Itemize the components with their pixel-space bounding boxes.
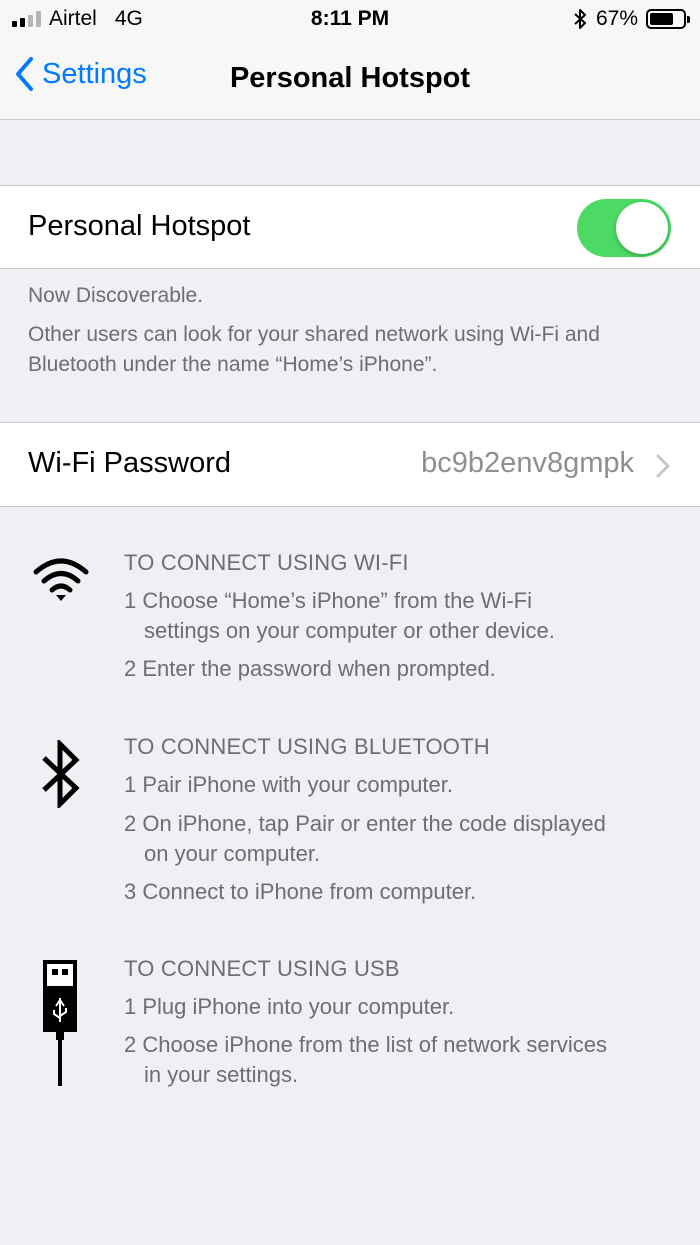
step-text: Plug iPhone into your computer. — [142, 994, 455, 1019]
wifi-step-1: 1 Choose “Home’s iPhone” from the Wi-Fi … — [124, 586, 694, 646]
step-number: 1 — [124, 994, 137, 1019]
step-text-continued: settings on your computer or other devic… — [144, 618, 555, 643]
step-number: 3 — [124, 879, 137, 904]
wifi-step-2: 2 Enter the password when prompted. — [124, 654, 694, 684]
discoverable-description: Other users can look for your shared net… — [28, 323, 600, 376]
usb-icon — [43, 960, 77, 1086]
step-text: Enter the password when prompted. — [142, 656, 496, 681]
status-right: 67% — [574, 7, 690, 31]
bluetooth-icon — [42, 740, 80, 808]
status-bar: Airtel 4G 8:11 PM 67% — [0, 0, 700, 40]
bluetooth-step-2: 2 On iPhone, tap Pair or enter the code … — [124, 809, 694, 869]
step-text: On iPhone, tap Pair or enter the code di… — [142, 811, 606, 836]
bluetooth-icon — [574, 9, 586, 29]
step-number: 1 — [124, 772, 137, 797]
usb-step-1: 1 Plug iPhone into your computer. — [124, 992, 694, 1022]
personal-hotspot-row: Personal Hotspot — [0, 185, 700, 269]
personal-hotspot-label: Personal Hotspot — [28, 210, 251, 242]
step-text: Connect to iPhone from computer. — [142, 879, 477, 904]
bluetooth-step-3: 3 Connect to iPhone from computer. — [124, 877, 694, 907]
wifi-password-row[interactable]: Wi-Fi Password bc9b2env8gmpk — [0, 422, 700, 507]
step-text: Choose iPhone from the list of network s… — [142, 1032, 608, 1057]
toggle-knob — [616, 202, 668, 254]
discoverable-status: Now Discoverable. — [28, 284, 204, 307]
step-number: 2 — [124, 656, 137, 681]
wifi-instructions-heading: TO CONNECT USING WI-FI — [124, 550, 409, 575]
step-number: 1 — [124, 588, 137, 613]
battery-percentage: 67% — [595, 7, 638, 30]
step-text-continued: in your settings. — [144, 1062, 299, 1087]
page-title: Personal Hotspot — [229, 62, 471, 94]
step-number: 2 — [124, 811, 137, 836]
step-number: 2 — [124, 1032, 137, 1057]
wifi-icon — [33, 558, 89, 601]
battery-icon — [646, 9, 690, 29]
usb-instructions-heading: TO CONNECT USING USB — [124, 956, 400, 981]
step-text: Choose “Home’s iPhone” from the Wi-Fi — [142, 588, 532, 613]
personal-hotspot-toggle[interactable] — [577, 199, 671, 257]
wifi-password-label: Wi-Fi Password — [28, 447, 232, 479]
chevron-right-icon — [656, 454, 670, 478]
navigation-bar: Settings Personal Hotspot — [0, 40, 700, 120]
step-text: Pair iPhone with your computer. — [142, 772, 453, 797]
step-text-continued: on your computer. — [144, 841, 321, 866]
bluetooth-step-1: 1 Pair iPhone with your computer. — [124, 770, 694, 800]
bluetooth-instructions-heading: TO CONNECT USING BLUETOOTH — [124, 734, 490, 759]
usb-step-2: 2 Choose iPhone from the list of network… — [124, 1030, 694, 1090]
wifi-password-value: bc9b2env8gmpk — [421, 447, 634, 479]
